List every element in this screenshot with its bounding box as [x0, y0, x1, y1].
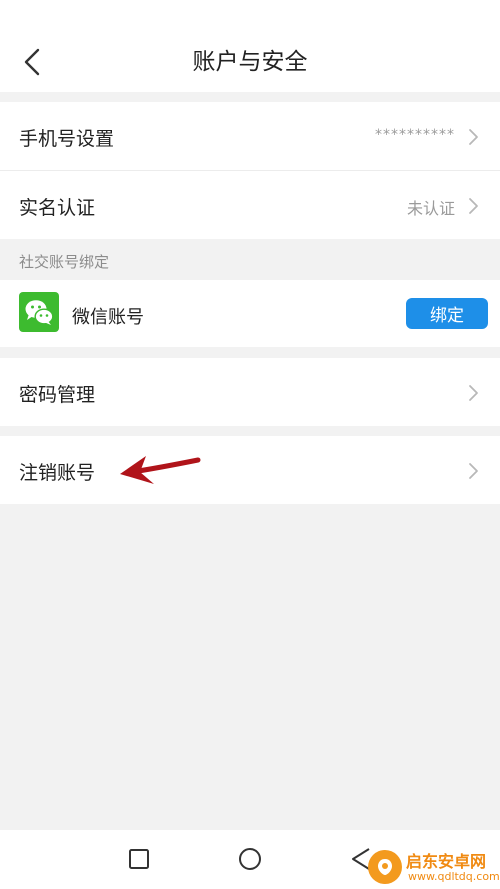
- wechat-bubbles-icon: [25, 300, 54, 325]
- recent-apps-button[interactable]: [124, 844, 154, 874]
- header: 账户与安全: [0, 0, 500, 92]
- section-header-social: 社交账号绑定: [19, 253, 110, 271]
- cancel-account-row[interactable]: 注销账号: [0, 436, 500, 504]
- page-title: 账户与安全: [192, 49, 308, 75]
- home-button[interactable]: [235, 844, 265, 874]
- chevron-right-icon: [469, 129, 478, 145]
- password-label: 密码管理: [19, 384, 96, 406]
- square-icon: [129, 849, 149, 869]
- phone-value: **********: [375, 127, 455, 143]
- real-name-row[interactable]: 实名认证 未认证: [0, 171, 500, 239]
- watermark-logo: 启东安卓网 www.qdltdq.com: [368, 848, 500, 888]
- chevron-right-icon: [469, 385, 478, 401]
- annotation-arrow-icon: [120, 456, 201, 484]
- real-name-label: 实名认证: [19, 197, 96, 219]
- password-row[interactable]: 密码管理: [0, 358, 500, 426]
- phone-setting-row[interactable]: 手机号设置 **********: [0, 102, 500, 170]
- wechat-label: 微信账号: [72, 307, 144, 328]
- bind-wechat-button[interactable]: 绑定: [406, 298, 488, 329]
- cancel-account-label: 注销账号: [19, 462, 96, 484]
- watermark-emblem-icon: [378, 859, 392, 875]
- watermark-url: www.qdltdq.com: [408, 870, 500, 883]
- wechat-icon: [19, 292, 59, 332]
- chevron-right-icon: [469, 198, 478, 214]
- watermark-circle-icon: [368, 850, 402, 884]
- real-name-status: 未认证: [406, 199, 455, 218]
- watermark-title: 启东安卓网: [406, 852, 487, 871]
- phone-setting-label: 手机号设置: [19, 128, 115, 150]
- chevron-right-icon: [469, 463, 478, 479]
- circle-icon: [239, 848, 261, 870]
